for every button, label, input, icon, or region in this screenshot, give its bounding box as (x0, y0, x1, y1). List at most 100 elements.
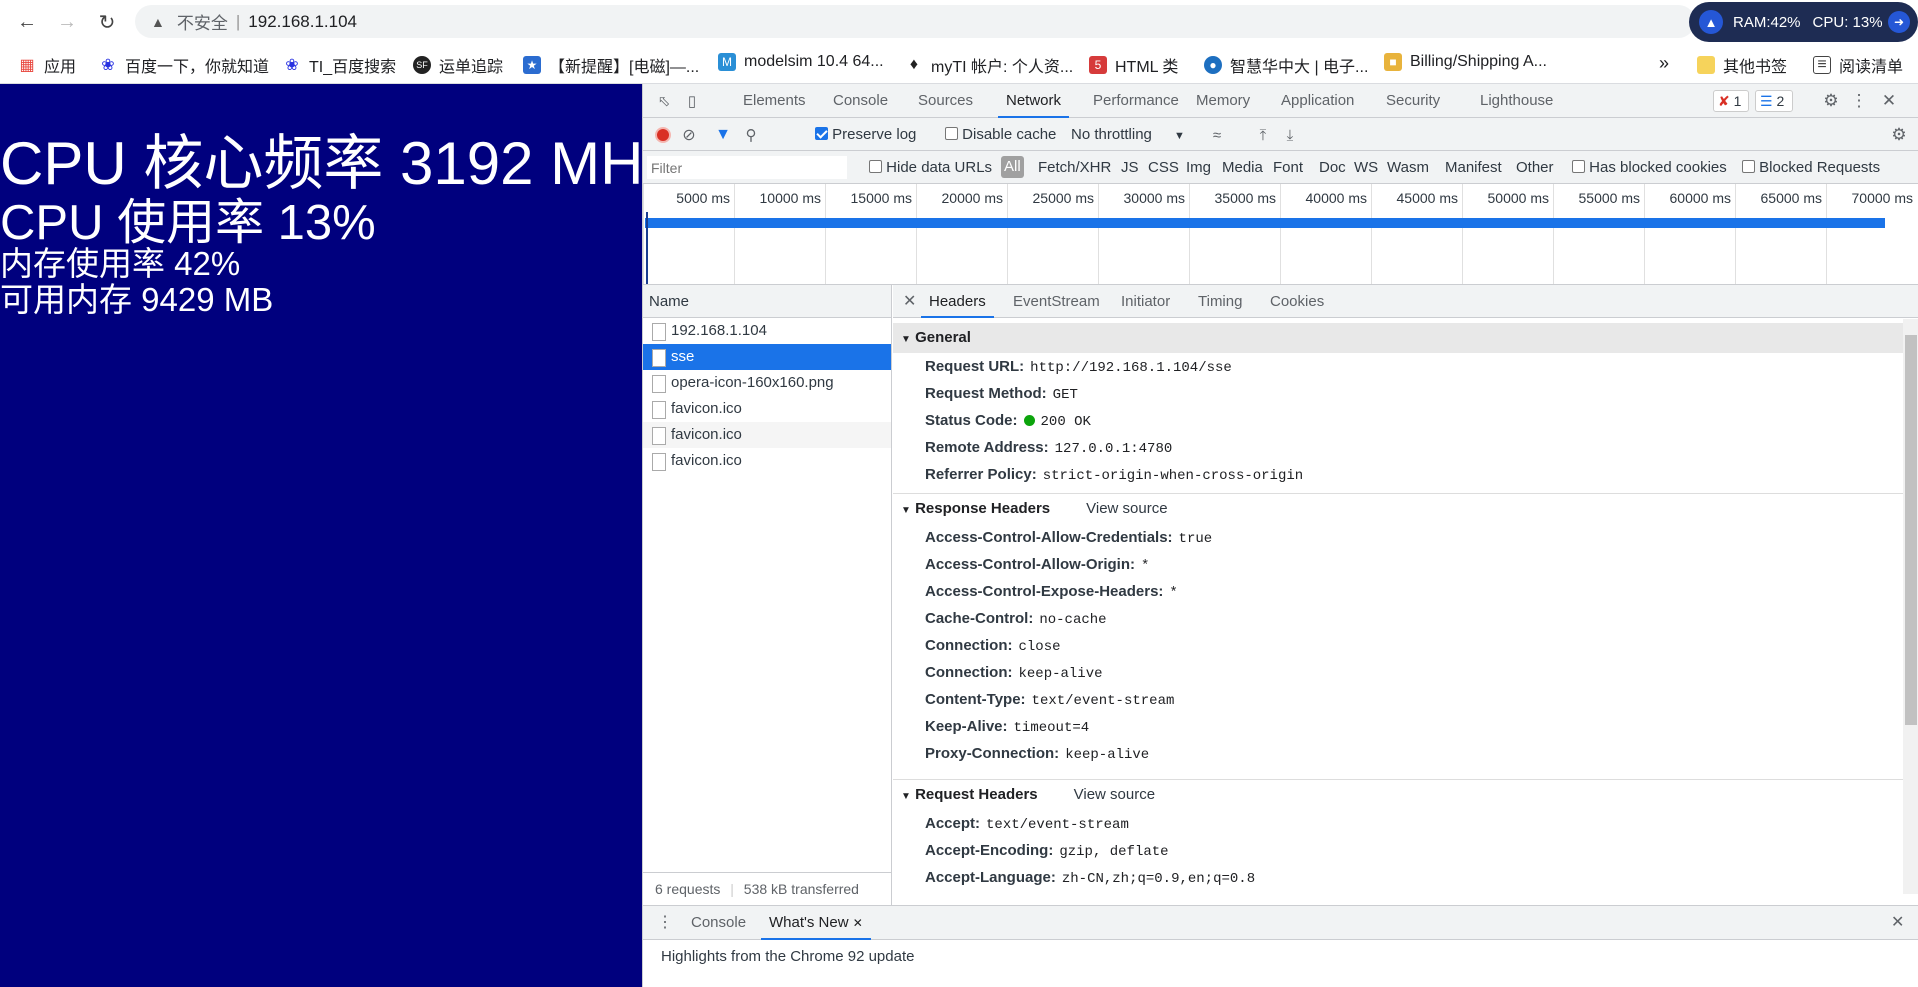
detail-scrollbar[interactable] (1903, 319, 1918, 894)
view-source-link[interactable]: View source (1086, 500, 1167, 517)
type-filter-media[interactable]: Media (1222, 159, 1263, 176)
address-bar[interactable]: ▲ 不安全 | 192.168.1.104 (135, 5, 1695, 38)
throttling-select[interactable]: No throttling ▼ (1071, 126, 1185, 143)
tab-performance[interactable]: Performance (1093, 84, 1179, 118)
checkbox-unchecked[interactable] (869, 160, 882, 173)
request-row[interactable]: favicon.ico (643, 396, 891, 422)
close-devtools-icon[interactable]: ✕ (1879, 91, 1899, 111)
network-conditions-icon[interactable]: ≈ (1206, 125, 1228, 145)
back-arrow-icon[interactable]: ← (13, 8, 41, 36)
more-bookmarks-chevron-icon[interactable]: » (1659, 53, 1669, 74)
response-headers-header[interactable]: ▼ Response Headers View source (893, 494, 1903, 524)
network-overview-timeline[interactable]: 5000 ms 10000 ms 15000 ms 20000 ms 25000… (643, 184, 1918, 285)
tab-cookies[interactable]: Cookies (1270, 285, 1324, 318)
type-filter-js[interactable]: JS (1121, 159, 1139, 176)
network-settings-gear-icon[interactable]: ⚙ (1889, 125, 1909, 145)
request-row-selected[interactable]: sse (643, 344, 891, 370)
preserve-log-checkbox[interactable]: Preserve log (815, 126, 916, 143)
checkbox-checked[interactable] (815, 127, 828, 140)
tab-application[interactable]: Application (1281, 84, 1354, 118)
bookmark-hust[interactable]: ● 智慧华中大 | 电子... (1204, 53, 1368, 77)
tab-initiator[interactable]: Initiator (1121, 285, 1170, 318)
tab-timing[interactable]: Timing (1198, 285, 1242, 318)
filter-input[interactable] (647, 156, 847, 179)
more-options-icon[interactable]: ⋮ (1849, 91, 1869, 111)
type-filter-doc[interactable]: Doc (1319, 159, 1346, 176)
name-column-header[interactable]: Name (643, 285, 891, 318)
type-filter-fetch-xhr[interactable]: Fetch/XHR (1038, 159, 1111, 176)
type-filter-wasm[interactable]: Wasm (1387, 159, 1429, 176)
close-tab-icon[interactable]: ✕ (853, 916, 863, 930)
bookmark-myti[interactable]: ♦ myTI 帐户: 个人资... (905, 53, 1073, 77)
drawer-tab-whats-new[interactable]: What's New ✕ (761, 906, 871, 940)
search-icon[interactable]: ⚲ (741, 125, 761, 145)
tab-elements[interactable]: Elements (743, 84, 806, 118)
tab-memory[interactable]: Memory (1196, 84, 1250, 118)
url-text[interactable]: 192.168.1.104 (248, 12, 357, 32)
hide-data-urls-checkbox[interactable]: Hide data URLs (869, 159, 992, 176)
general-header[interactable]: ▼ General (893, 323, 1903, 353)
tab-sources[interactable]: Sources (918, 84, 973, 118)
disable-cache-checkbox[interactable]: Disable cache (945, 126, 1056, 143)
request-row[interactable]: favicon.ico (643, 422, 891, 448)
settings-gear-icon[interactable]: ⚙ (1821, 91, 1841, 111)
bookmark-label: 阅读清单 (1839, 59, 1904, 76)
scrollbar-thumb[interactable] (1905, 335, 1917, 725)
reload-icon[interactable]: ↻ (93, 8, 121, 36)
system-monitor-extension[interactable]: ▲ RAM:42% CPU: 13% ➜ (1689, 2, 1918, 42)
bookmark-forum[interactable]: ★ 【新提醒】[电磁]—... (523, 53, 699, 77)
warning-icon[interactable]: ▲ (151, 14, 165, 30)
bookmark-html[interactable]: 5 HTML 类 (1089, 53, 1178, 77)
type-filter-other[interactable]: Other (1516, 159, 1554, 176)
record-icon[interactable] (655, 127, 671, 143)
bookmark-other-folder[interactable]: 其他书签 (1697, 53, 1787, 77)
checkbox-unchecked[interactable] (1742, 160, 1755, 173)
request-row[interactable]: favicon.ico (643, 448, 891, 474)
reading-list[interactable]: ≡ 阅读清单 (1813, 53, 1903, 77)
tab-console[interactable]: Console (833, 84, 888, 118)
has-blocked-cookies-checkbox[interactable]: Has blocked cookies (1572, 159, 1727, 176)
view-source-link[interactable]: View source (1074, 786, 1155, 803)
request-row[interactable]: 192.168.1.104 (643, 318, 891, 344)
bookmark-apps[interactable]: ▦ 应用 (18, 53, 76, 77)
request-headers-header[interactable]: ▼ Request Headers View source (893, 780, 1903, 810)
tab-eventstream[interactable]: EventStream (1013, 285, 1100, 318)
bookmark-billing[interactable]: ■ Billing/Shipping A... (1384, 53, 1547, 71)
import-har-icon[interactable]: ⤒ (1253, 125, 1273, 145)
type-filter-css[interactable]: CSS (1148, 159, 1179, 176)
type-filter-font[interactable]: Font (1273, 159, 1303, 176)
bookmark-modelsim[interactable]: Mmodelsim 10.4 64... (718, 53, 884, 71)
message-icon: ☰ (1760, 93, 1773, 109)
tab-security[interactable]: Security (1386, 84, 1440, 118)
preserve-log-label: Preserve log (832, 126, 917, 143)
bookmark-baidu[interactable]: ❀ 百度一下，你就知道 (99, 53, 269, 77)
bookmark-ti-baidu[interactable]: ❀ TI_百度搜索 (283, 53, 396, 77)
tab-network[interactable]: Network (998, 84, 1070, 118)
message-counter[interactable]: ☰ 2 (1755, 90, 1793, 112)
blocked-requests-checkbox[interactable]: Blocked Requests (1742, 159, 1880, 176)
forward-arrow-icon[interactable]: → (53, 8, 81, 36)
bookmark-tracking[interactable]: SF 运单追踪 (413, 53, 503, 77)
inspect-element-icon[interactable]: ⬁ (654, 91, 674, 111)
tab-headers[interactable]: Headers (921, 285, 994, 318)
clear-icon[interactable]: ⊘ (679, 125, 699, 145)
device-toolbar-icon[interactable]: ▯ (682, 91, 702, 111)
export-har-icon[interactable]: ⤓ (1280, 125, 1300, 145)
filter-funnel-icon[interactable]: ▼ (713, 125, 733, 145)
type-filter-manifest[interactable]: Manifest (1445, 159, 1502, 176)
close-drawer-icon[interactable]: ✕ (1891, 906, 1904, 940)
drawer-menu-icon[interactable]: ⋮ (657, 906, 673, 940)
close-detail-icon[interactable]: ✕ (903, 285, 916, 318)
drawer-tab-console[interactable]: Console (691, 906, 746, 940)
whats-new-highlight: Highlights from the Chrome 92 update (661, 948, 915, 965)
type-filter-img[interactable]: Img (1186, 159, 1211, 176)
checkbox-unchecked[interactable] (1572, 160, 1585, 173)
tab-lighthouse[interactable]: Lighthouse (1480, 84, 1553, 118)
type-filter-ws[interactable]: WS (1354, 159, 1378, 176)
checkbox-unchecked[interactable] (945, 127, 958, 140)
error-counter[interactable]: ✘ 1 (1713, 90, 1749, 112)
request-row[interactable]: opera-icon-160x160.png (643, 370, 891, 396)
arrow-right-icon[interactable]: ➜ (1888, 11, 1910, 33)
type-filter-all[interactable]: All (1001, 156, 1024, 178)
timeline-tick: 20000 ms (916, 184, 1007, 284)
